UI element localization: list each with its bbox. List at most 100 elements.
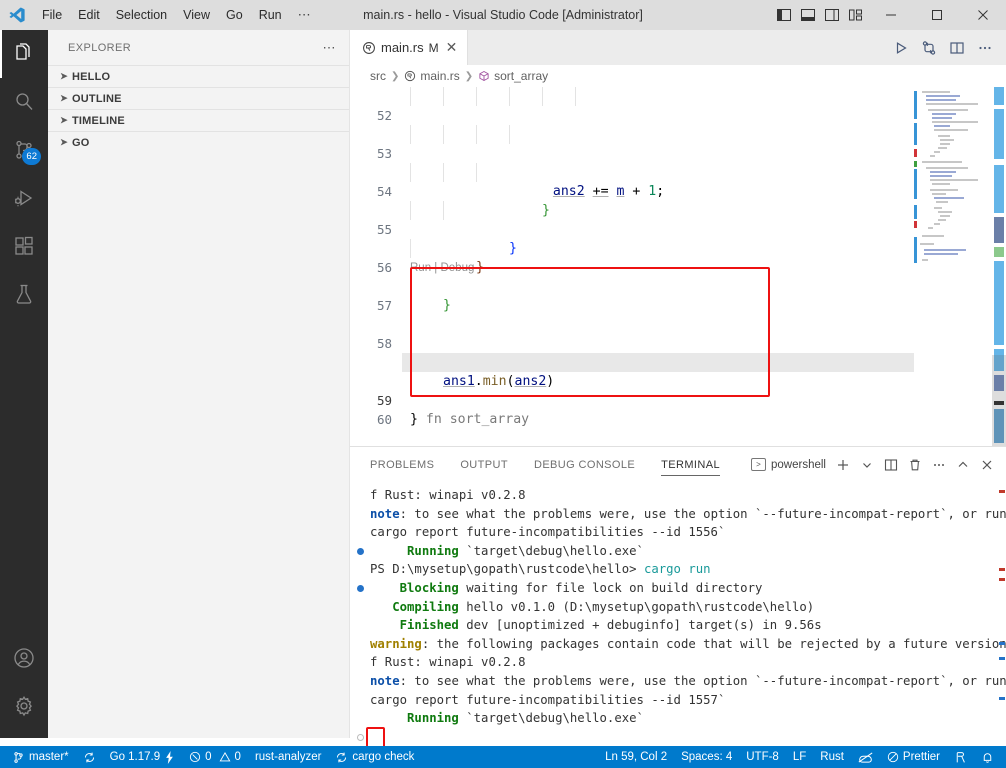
editor-scrollbar[interactable] bbox=[992, 87, 1006, 474]
status-cargo-check[interactable]: cargo check bbox=[328, 746, 421, 768]
activity-bar-item-explorer[interactable] bbox=[0, 30, 48, 78]
status-editor-position[interactable]: Ln 59, Col 2 bbox=[598, 746, 674, 768]
new-terminal-icon[interactable] bbox=[832, 447, 854, 482]
split-terminal-icon[interactable] bbox=[880, 447, 902, 482]
terminal-line: warning: the following packages contain … bbox=[356, 635, 1006, 654]
sidebar-section-go[interactable]: ➤ GO bbox=[48, 131, 349, 153]
sidebar-more-actions-icon[interactable]: ⋯ bbox=[323, 40, 338, 56]
command-decoration-icon[interactable] bbox=[357, 733, 364, 741]
status-go-version[interactable]: Go 1.17.9 bbox=[103, 746, 183, 768]
menu-file[interactable]: File bbox=[34, 4, 70, 26]
menu-view[interactable]: View bbox=[175, 4, 218, 26]
terminal-text: : to see what the problems were, use the… bbox=[399, 506, 1006, 521]
panel-tab-output[interactable]: OUTPUT bbox=[460, 447, 508, 482]
menu-overflow-icon[interactable]: ⋯ bbox=[290, 7, 320, 23]
sidebar-section-timeline[interactable]: ➤ TIMELINE bbox=[48, 109, 349, 131]
error-icon bbox=[189, 751, 201, 763]
status-problems[interactable]: 0 0 bbox=[182, 746, 248, 768]
command-decoration-icon[interactable] bbox=[357, 584, 364, 592]
status-encoding[interactable]: UTF-8 bbox=[739, 746, 786, 768]
terminal-text: Finished bbox=[370, 618, 459, 633]
close-panel-icon[interactable] bbox=[976, 447, 998, 482]
toggle-secondary-sidebar-icon[interactable] bbox=[820, 0, 844, 30]
panel-tab-problems[interactable]: PROBLEMS bbox=[370, 447, 434, 482]
window-maximize-button[interactable] bbox=[914, 0, 960, 30]
code-line-55: 55 } bbox=[350, 201, 1006, 275]
breadcrumb: src ❯ main.rs ❯ sort_array bbox=[350, 65, 1006, 87]
prettier-check-icon bbox=[887, 751, 899, 763]
window-close-button[interactable] bbox=[960, 0, 1006, 30]
vscode-window: File Edit Selection View Go Run ⋯ main.r… bbox=[0, 0, 1006, 768]
terminal-text: Running bbox=[370, 711, 459, 726]
breadcrumb-item-src[interactable]: src bbox=[370, 69, 386, 83]
code-text: } fn sort_array bbox=[410, 412, 530, 427]
editor-tab-bar: main.rs M ✕ bbox=[350, 30, 1006, 65]
codelens-run-debug[interactable]: Run | Debug bbox=[410, 259, 474, 278]
terminal-output[interactable]: f Rust: winapi v0.2.8 note: to see what … bbox=[350, 482, 1006, 747]
terminal-scrollbar[interactable] bbox=[996, 482, 1006, 747]
panel-tab-terminal[interactable]: TERMINAL bbox=[661, 447, 720, 482]
terminal-text: cargo report future-incompatibilities --… bbox=[370, 692, 726, 707]
bell-icon bbox=[981, 751, 994, 764]
panel-tab-bar: PROBLEMS OUTPUT DEBUG CONSOLE TERMINAL >… bbox=[350, 447, 1006, 482]
activity-bar-item-manage[interactable] bbox=[0, 682, 48, 730]
line-number: 52 bbox=[376, 108, 392, 123]
panel-tab-debug-console[interactable]: DEBUG CONSOLE bbox=[534, 447, 635, 482]
split-editor-right-icon[interactable] bbox=[944, 30, 970, 65]
activity-bar-item-search[interactable] bbox=[0, 78, 48, 126]
activity-bar-item-source-control[interactable]: 62 bbox=[0, 126, 48, 174]
tabnine-icon bbox=[858, 751, 873, 764]
terminal-name-label: powershell bbox=[771, 458, 826, 471]
kill-terminal-icon[interactable] bbox=[904, 447, 926, 482]
sidebar-section-hello[interactable]: ➤ HELLO bbox=[48, 65, 349, 87]
sidebar-section-outline[interactable]: ➤ OUTLINE bbox=[48, 87, 349, 109]
activity-bar-item-run-and-debug[interactable] bbox=[0, 174, 48, 222]
status-branch[interactable]: master* bbox=[0, 746, 76, 768]
open-changes-icon[interactable] bbox=[916, 30, 942, 65]
status-eol[interactable]: LF bbox=[786, 746, 813, 768]
editor-tab-main-rs[interactable]: main.rs M ✕ bbox=[350, 30, 469, 65]
activity-bar-item-extensions[interactable] bbox=[0, 222, 48, 270]
maximize-panel-icon[interactable] bbox=[952, 447, 974, 482]
line-number: 53 bbox=[376, 146, 392, 161]
status-sync[interactable] bbox=[76, 746, 103, 768]
toggle-primary-sidebar-icon[interactable] bbox=[772, 0, 796, 30]
terminal-text: `target\debug\hello.exe` bbox=[458, 543, 644, 558]
terminal-text: : to see what the problems were, use the… bbox=[399, 673, 1006, 688]
line-number: 55 bbox=[376, 222, 392, 237]
terminal-dropdown-icon[interactable] bbox=[856, 447, 878, 482]
window-minimize-button[interactable] bbox=[868, 0, 914, 30]
menu-selection[interactable]: Selection bbox=[108, 4, 175, 26]
panel-more-actions-icon[interactable] bbox=[928, 447, 950, 482]
minimap[interactable] bbox=[914, 87, 992, 474]
toggle-panel-icon[interactable] bbox=[796, 0, 820, 30]
breadcrumb-item-sort-array[interactable]: sort_array bbox=[478, 69, 548, 83]
terminal-selector[interactable]: > powershell bbox=[751, 458, 830, 471]
run-code-icon[interactable] bbox=[888, 30, 914, 65]
bottom-panel: PROBLEMS OUTPUT DEBUG CONSOLE TERMINAL >… bbox=[350, 446, 1006, 747]
editor-more-actions-icon[interactable] bbox=[972, 30, 998, 65]
sync-icon bbox=[335, 751, 348, 764]
customize-layout-icon[interactable] bbox=[844, 0, 868, 30]
activity-bar-item-testing[interactable] bbox=[0, 270, 48, 318]
breadcrumb-label: main.rs bbox=[420, 69, 460, 83]
breadcrumb-item-main-rs[interactable]: main.rs bbox=[404, 69, 460, 83]
command-decoration-icon[interactable] bbox=[357, 547, 364, 555]
status-notifications[interactable] bbox=[974, 746, 1006, 768]
status-rust-analyzer[interactable]: rust-analyzer bbox=[248, 746, 328, 768]
menu-go[interactable]: Go bbox=[218, 4, 251, 26]
menu-edit[interactable]: Edit bbox=[70, 4, 108, 26]
status-indentation[interactable]: Spaces: 4 bbox=[674, 746, 739, 768]
terminal-text: f Rust: winapi v0.2.8 bbox=[370, 655, 526, 670]
editor-actions bbox=[888, 30, 1006, 65]
editor-tab-close-icon[interactable]: ✕ bbox=[446, 39, 458, 56]
status-prettier[interactable]: Prettier bbox=[880, 746, 947, 768]
status-screencast[interactable] bbox=[947, 746, 974, 768]
status-language-mode[interactable]: Rust bbox=[813, 746, 851, 768]
line-number: 57 bbox=[376, 298, 392, 313]
menu-run[interactable]: Run bbox=[251, 4, 290, 26]
status-tabnine[interactable] bbox=[851, 746, 880, 768]
activity-bar-item-accounts[interactable] bbox=[0, 634, 48, 682]
status-go-label: Go 1.17.9 bbox=[109, 751, 161, 763]
code-editor[interactable]: 52 ans2 += m + 1; 53 } 54 } 55} 56} 57… bbox=[350, 87, 1006, 474]
